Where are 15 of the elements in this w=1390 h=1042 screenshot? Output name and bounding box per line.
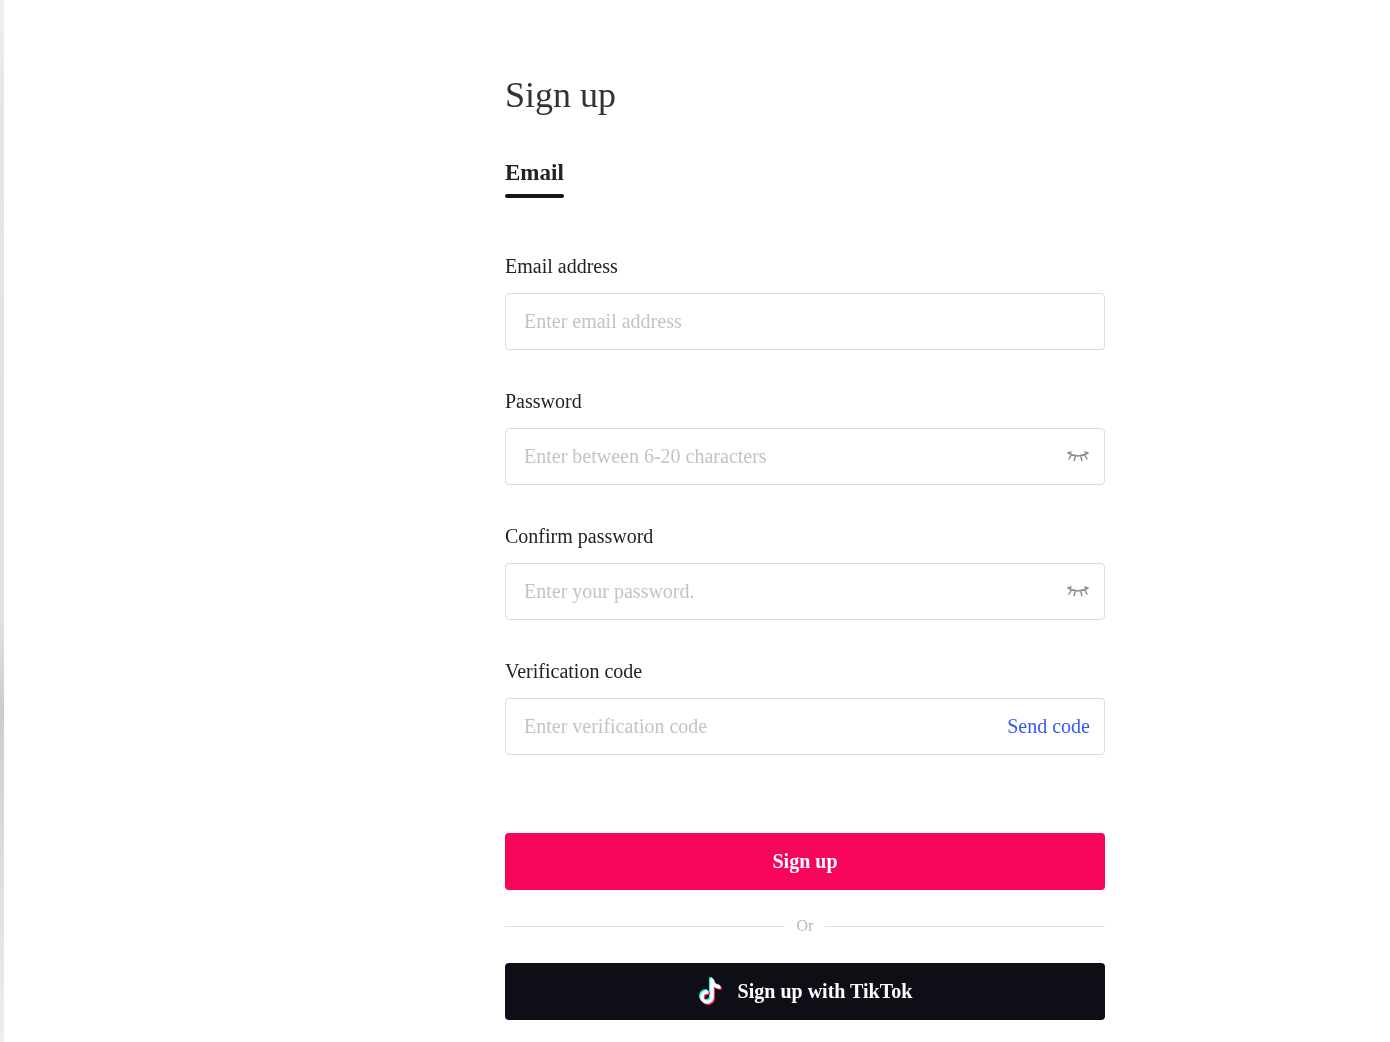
input-field[interactable]: Enter between 6-20 characters [505, 428, 1105, 485]
closed-eye-icon[interactable] [1067, 586, 1089, 597]
field-label: Confirm password [505, 524, 654, 548]
page-title: Sign up [505, 74, 617, 116]
email-tab[interactable]: Email [505, 160, 564, 198]
input-field[interactable]: Enter your password. [505, 563, 1105, 620]
divider-text: Or [796, 916, 814, 936]
sign-up-button[interactable]: Sign up [505, 833, 1105, 890]
field-label: Email address [505, 254, 618, 278]
closed-eye-icon[interactable] [1067, 451, 1089, 462]
field-label: Verification code [505, 659, 643, 683]
sign-up-with-tiktok-button[interactable]: Sign up with TikTok [505, 963, 1105, 1020]
input-field[interactable]: Enter email address [505, 293, 1105, 350]
send-code-button[interactable]: Send code [1007, 712, 1090, 740]
field-label: Password [505, 389, 582, 413]
